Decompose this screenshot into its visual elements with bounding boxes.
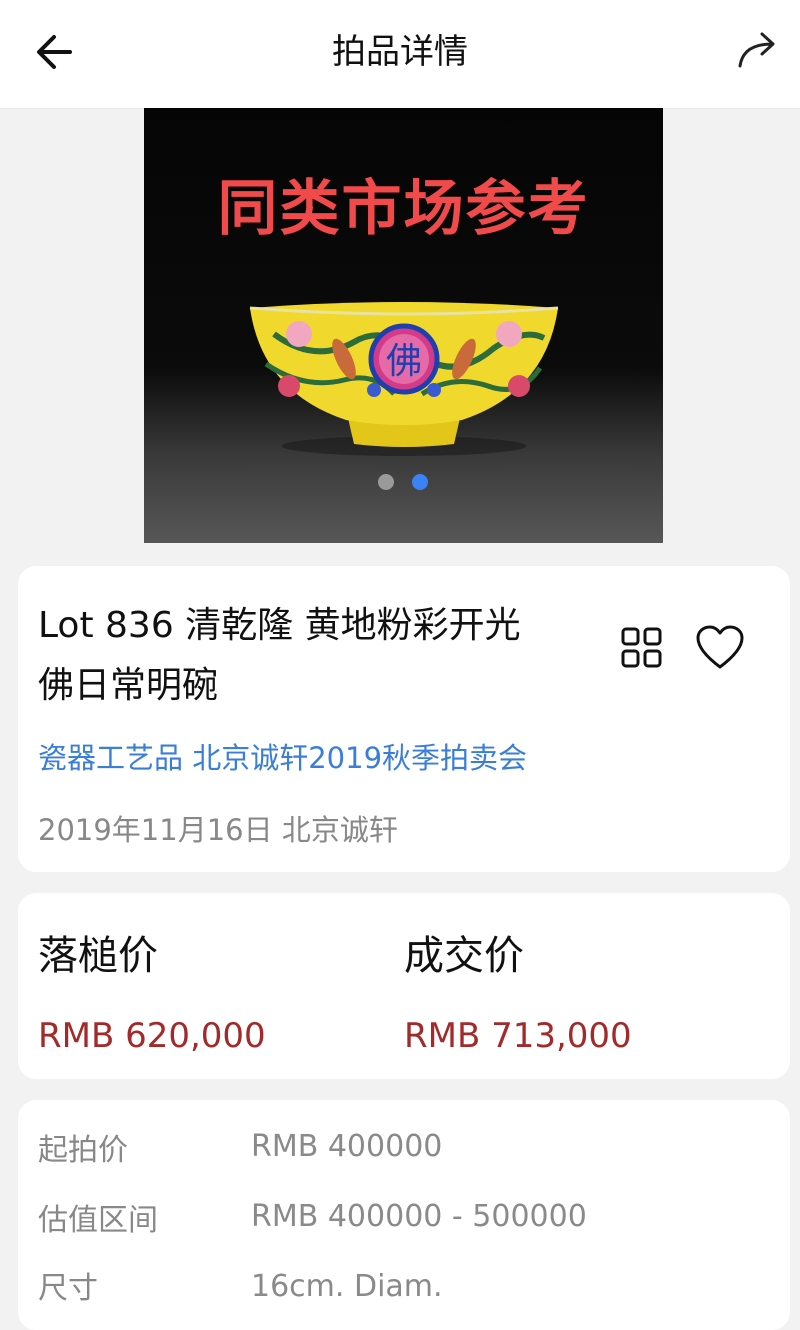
- deal-price-label: 成交价: [404, 933, 524, 979]
- size-label: 尺寸: [38, 1271, 98, 1306]
- lot-title: Lot 836 清乾隆 黄地粉彩开光 佛日常明碗: [38, 596, 598, 716]
- grid-view-button[interactable]: [620, 626, 664, 670]
- heart-icon: [696, 625, 744, 669]
- hammer-price-label: 落槌价: [38, 933, 158, 979]
- deal-price-value: RMB 713,000: [404, 1016, 632, 1056]
- bowl-character: 佛: [386, 341, 422, 382]
- estimate-value: RMB 400000 - 500000: [251, 1199, 587, 1234]
- porcelain-bowl-image: 佛: [249, 302, 559, 456]
- carousel-dot[interactable]: [378, 474, 394, 490]
- lot-title-line: 佛日常明碗: [38, 665, 219, 706]
- starting-price-label: 起拍价: [38, 1133, 128, 1168]
- auction-date-house: 2019年11月16日 北京诚轩: [38, 813, 398, 847]
- carousel-dot-active[interactable]: [412, 474, 428, 490]
- top-nav-bar: 拍品详情: [0, 0, 800, 109]
- share-arrow-icon: [738, 32, 775, 68]
- hammer-price-value: RMB 620,000: [38, 1016, 266, 1056]
- price-card: 落槌价 RMB 620,000 成交价 RMB 713,000: [18, 893, 790, 1079]
- category-auction-link[interactable]: 瓷器工艺品 北京诚轩2019秋季拍卖会: [38, 738, 527, 778]
- starting-price-value: RMB 400000: [251, 1129, 443, 1164]
- lot-info-card: Lot 836 清乾隆 黄地粉彩开光 佛日常明碗 瓷器工艺品 北京诚轩2019秋…: [18, 566, 790, 872]
- image-carousel[interactable]: 同类市场参考 佛: [144, 108, 663, 543]
- lot-title-line: Lot 836 清乾隆 黄地粉彩开光: [38, 605, 521, 646]
- lot-details-card: 起拍价 RMB 400000 估值区间 RMB 400000 - 500000 …: [18, 1100, 790, 1330]
- estimate-label: 估值区间: [38, 1203, 158, 1238]
- favorite-button[interactable]: [694, 624, 746, 672]
- grid-icon: [621, 627, 662, 668]
- size-value: 16cm. Diam.: [251, 1269, 443, 1304]
- carousel-pagination: [376, 474, 436, 494]
- page-title: 拍品详情: [332, 32, 468, 72]
- market-reference-banner: 同类市场参考: [217, 174, 590, 244]
- share-button[interactable]: [726, 26, 786, 78]
